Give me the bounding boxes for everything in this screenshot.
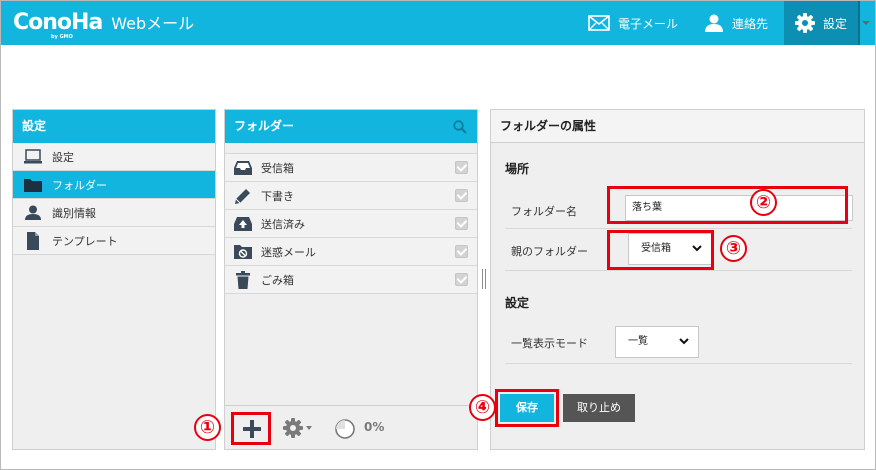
- folder-row-inbox[interactable]: 受信箱: [225, 154, 477, 182]
- folder-name: 受信箱: [261, 161, 294, 175]
- nav-mail-label: 電子メール: [618, 16, 679, 31]
- annotation-box-add-button: [231, 412, 271, 445]
- sent-icon: [234, 215, 252, 233]
- folder-actions-menu-button[interactable]: [283, 418, 312, 438]
- annotation-marker-2: ②: [750, 189, 777, 216]
- settings-item-label: 識別情報: [52, 206, 96, 220]
- junk-icon: [234, 243, 252, 261]
- folders-panel: フォルダー 受信箱 下書き 送信済み 迷惑メール ごみ箱 0%: [224, 109, 478, 450]
- settings-item-folders[interactable]: フォルダー: [13, 171, 215, 199]
- settings-panel: 設定 設定 フォルダー 識別情報 テンプレート: [12, 109, 216, 450]
- pencil-icon: [234, 187, 252, 205]
- folder-name: 迷惑メール: [261, 245, 316, 259]
- search-icon[interactable]: [453, 120, 467, 134]
- panel-resize-handle[interactable]: [482, 269, 486, 289]
- settings-item-preferences[interactable]: 設定: [13, 143, 215, 171]
- annotation-marker-4: ④: [469, 394, 496, 421]
- settings-item-label: フォルダー: [52, 178, 107, 192]
- monitor-icon: [24, 148, 42, 163]
- logo-sub: by GMO: [51, 34, 73, 40]
- inbox-icon: [234, 159, 252, 177]
- subscribe-checkbox[interactable]: [455, 161, 468, 174]
- annotation-box-save-button: [495, 389, 559, 427]
- folder-row-drafts[interactable]: 下書き: [225, 182, 477, 210]
- nav-contacts[interactable]: 連絡先: [704, 1, 768, 45]
- chevron-down-icon: [306, 426, 312, 430]
- folder-icon: [24, 178, 42, 192]
- subscribe-checkbox[interactable]: [455, 273, 468, 286]
- settings-section-title: 設定: [505, 296, 530, 310]
- subscribe-checkbox[interactable]: [455, 245, 468, 258]
- settings-item-identities[interactable]: 識別情報: [13, 199, 215, 227]
- nav-settings[interactable]: 設定: [784, 1, 858, 45]
- nav-settings-label: 設定: [823, 16, 848, 31]
- header-divider: [858, 1, 860, 45]
- folder-row-sent[interactable]: 送信済み: [225, 210, 477, 238]
- settings-item-label: テンプレート: [52, 234, 118, 248]
- chevron-down-icon: [679, 338, 689, 345]
- subscribe-checkbox[interactable]: [455, 217, 468, 230]
- logo-text: ConoHa: [13, 10, 103, 35]
- settings-item-templates[interactable]: テンプレート: [13, 227, 215, 255]
- subscribe-checkbox[interactable]: [455, 189, 468, 202]
- properties-title: フォルダーの属性: [491, 110, 864, 143]
- view-mode-value: 一覧: [628, 336, 648, 347]
- gear-icon: [795, 13, 815, 33]
- folders-panel-title: フォルダー: [225, 110, 477, 143]
- person-icon: [705, 14, 723, 32]
- annotation-box-parent-folder: [607, 230, 714, 270]
- view-mode-label: 一覧表示モード: [511, 337, 588, 350]
- id-card-icon: [25, 205, 41, 220]
- product-name: Webメール: [111, 14, 195, 33]
- settings-item-label: 設定: [52, 150, 74, 164]
- view-mode-select[interactable]: 一覧: [615, 326, 699, 358]
- nav-contacts-label: 連絡先: [732, 16, 769, 31]
- folders-panel-title-text: フォルダー: [234, 119, 295, 133]
- annotation-marker-1: ①: [194, 414, 221, 441]
- folder-name: 送信済み: [261, 217, 305, 231]
- cancel-button[interactable]: 取り止め: [563, 394, 635, 422]
- trash-icon: [234, 270, 252, 289]
- folder-name: ごみ箱: [261, 273, 294, 287]
- location-section-title: 場所: [505, 162, 530, 176]
- quota-text: 0%: [364, 420, 385, 434]
- folder-name: 下書き: [261, 189, 294, 203]
- account-menu-caret[interactable]: [862, 21, 870, 25]
- folder-list: 受信箱 下書き 送信済み 迷惑メール ごみ箱: [225, 153, 477, 294]
- annotation-marker-3: ③: [720, 235, 747, 262]
- quota-pie-icon: [335, 419, 355, 439]
- view-mode-row: 一覧表示モード 一覧: [505, 320, 852, 364]
- logo[interactable]: ConoHa by GMO Webメール: [13, 10, 195, 40]
- annotation-box-folder-name: [607, 186, 848, 224]
- folder-name-label: フォルダー名: [511, 205, 577, 218]
- parent-folder-label: 親のフォルダー: [511, 245, 588, 258]
- gear-icon: [283, 418, 303, 438]
- envelope-icon: [588, 15, 610, 31]
- settings-panel-title: 設定: [13, 110, 215, 143]
- document-icon: [27, 231, 39, 250]
- folder-row-trash[interactable]: ごみ箱: [225, 266, 477, 294]
- nav-mail[interactable]: 電子メール: [588, 1, 678, 45]
- folder-row-junk[interactable]: 迷惑メール: [225, 238, 477, 266]
- app-header: ConoHa by GMO Webメール 電子メール 連絡先 設定: [1, 1, 875, 45]
